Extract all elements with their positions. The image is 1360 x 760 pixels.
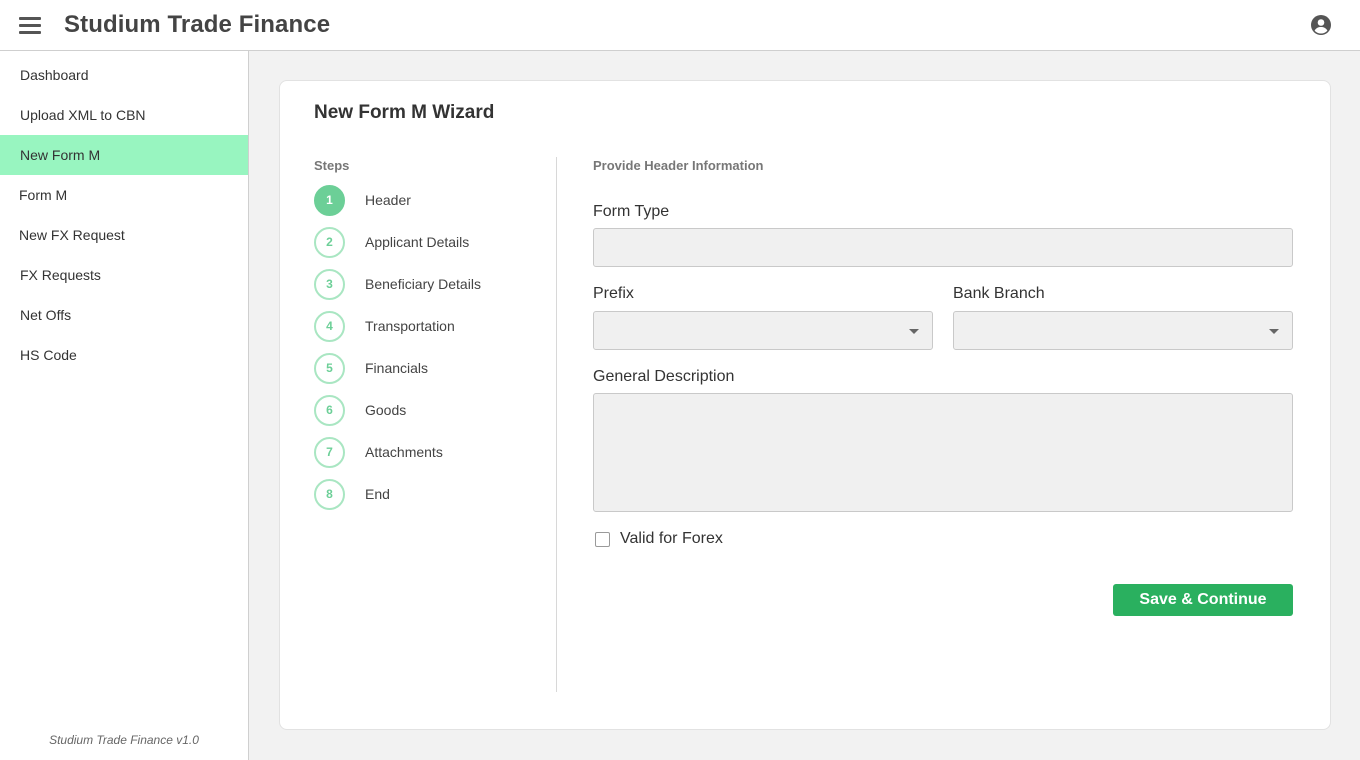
step-label: Header [365,192,411,208]
step-number: 1 [314,185,345,216]
steps-heading: Steps [314,158,350,173]
step-number: 3 [314,269,345,300]
step-attachments[interactable]: 7 Attachments [314,437,544,469]
step-financials[interactable]: 5 Financials [314,353,544,385]
valid-for-forex-checkbox[interactable] [595,532,610,547]
step-goods[interactable]: 6 Goods [314,395,544,427]
sidebar-item-fx-requests[interactable]: FX Requests [0,255,248,295]
hamburger-menu-icon[interactable] [19,16,41,34]
app-header: Studium Trade Finance [0,0,1360,51]
prefix-select[interactable] [593,311,933,350]
sidebar-item-form-m[interactable]: Form M [0,175,248,215]
sidebar-item-dashboard[interactable]: Dashboard [0,55,248,95]
step-label: Beneficiary Details [365,276,481,292]
app-title: Studium Trade Finance [64,11,331,38]
steps-divider [556,157,557,692]
caret-down-icon [1269,329,1279,334]
valid-for-forex-label[interactable]: Valid for Forex [620,530,723,548]
step-number: 6 [314,395,345,426]
step-label: Transportation [365,318,455,334]
section-heading: Provide Header Information [593,158,764,173]
step-label: Attachments [365,444,443,460]
sidebar-item-new-form-m[interactable]: New Form M [0,135,248,175]
step-applicant-details[interactable]: 2 Applicant Details [314,227,544,259]
sidebar: Dashboard Upload XML to CBN New Form M F… [0,51,249,760]
step-number: 4 [314,311,345,342]
general-description-label: General Description [593,368,735,385]
caret-down-icon [909,329,919,334]
step-beneficiary-details[interactable]: 3 Beneficiary Details [314,269,544,301]
sidebar-item-upload-xml-to-cbn[interactable]: Upload XML to CBN [0,95,248,135]
sidebar-item-new-fx-request[interactable]: New FX Request [0,215,248,255]
bank-branch-select[interactable] [953,311,1293,350]
step-number: 7 [314,437,345,468]
account-circle-icon[interactable] [1309,13,1333,37]
save-continue-button[interactable]: Save & Continue [1113,584,1293,616]
step-transportation[interactable]: 4 Transportation [314,311,544,343]
wizard-title: New Form M Wizard [314,102,495,123]
step-header[interactable]: 1 Header [314,185,544,217]
form-type-input[interactable] [593,228,1293,267]
step-number: 8 [314,479,345,510]
step-label: Goods [365,402,407,418]
step-label: Applicant Details [365,234,470,250]
bank-branch-label: Bank Branch [953,285,1045,302]
form-type-label: Form Type [593,203,670,220]
sidebar-item-net-offs[interactable]: Net Offs [0,295,248,335]
general-description-textarea[interactable] [593,393,1293,512]
step-number: 2 [314,227,345,258]
app-version: Studium Trade Finance v1.0 [49,733,199,747]
wizard-card: New Form M Wizard Steps 1 Header 2 Appli… [279,80,1331,730]
step-label: Financials [365,360,429,376]
prefix-label: Prefix [593,285,634,302]
step-end[interactable]: 8 End [314,479,544,511]
sidebar-item-hs-code[interactable]: HS Code [0,335,248,375]
step-label: End [365,486,390,502]
step-number: 5 [314,353,345,384]
